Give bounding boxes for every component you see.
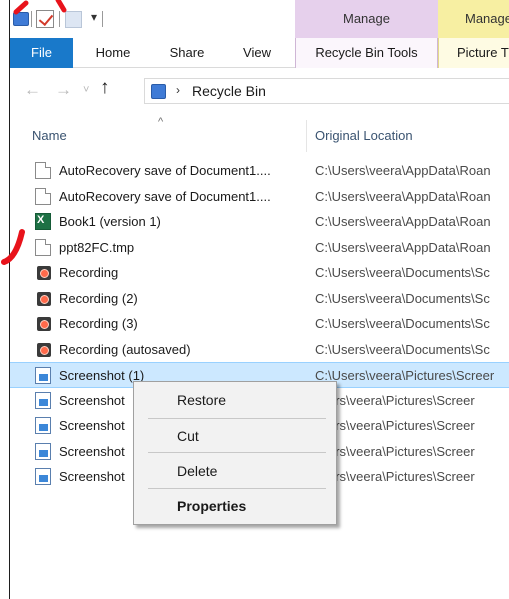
file-original-location: C:\Users\veera\Documents\Sc [315,265,490,280]
context-menu: Restore Cut Delete Properties [133,381,337,525]
breadcrumb-recycle-bin[interactable]: Recycle Bin [192,83,266,99]
column-header-original-location[interactable]: Original Location [315,128,413,143]
tab-picture-tools[interactable]: Picture T [438,38,509,68]
forward-arrow-icon[interactable]: → [55,80,72,100]
list-item[interactable]: Recording (autosaved) C:\Users\veera\Docu… [10,337,509,363]
file-original-location: C:\Users\veera\AppData\Roan [315,188,491,204]
file-name: AutoRecovery save of Document1.... [59,188,271,204]
ribbon-tabs: File Home Share View Recycle Bin Tools P… [10,38,509,68]
new-folder-icon[interactable] [65,11,82,28]
file-name: Recording (3) [59,316,138,331]
list-item[interactable]: AutoRecovery save of Document1.... C:\Use… [10,158,509,184]
file-original-location: C:\Users\veera\AppData\Roan [315,214,491,229]
list-item[interactable]: Recording (2) C:\Users\veera\Documents\Sc [10,286,509,312]
quick-access-separator [59,11,60,27]
file-original-location: Jsers\veera\Pictures\Screer [315,443,475,459]
tab-recycle-bin-tools[interactable]: Recycle Bin Tools [295,38,438,68]
file-original-location: Jsers\veera\Pictures\Screer [315,392,475,408]
menu-item-restore[interactable]: Restore [177,392,226,408]
file-original-location: C:\Users\veera\Documents\Sc [315,316,490,331]
list-item[interactable]: Book1 (version 1) C:\Users\veera\AppData\… [10,209,509,235]
recycle-bin-folder-icon [13,12,29,26]
manage-picture-context-header: Manage [438,0,509,38]
list-item[interactable]: ppt82FC.tmp C:\Users\veera\AppData\Roan [10,235,509,261]
menu-item-properties[interactable]: Properties [177,498,246,514]
file-original-location: C:\Users\veera\AppData\Roan [315,239,491,255]
file-name: Recording [59,265,119,280]
file-name: AutoRecovery save of Document1.... [59,163,271,178]
column-headers: ^ Name Original Location [10,116,509,154]
tab-file[interactable]: File [10,38,73,68]
recording-icon [37,266,51,280]
menu-item-delete[interactable]: Delete [177,463,217,479]
recording-icon [37,317,51,331]
list-item[interactable]: Recording (3) C:\Users\veera\Documents\Sc [10,311,509,337]
image-icon [35,391,51,409]
menu-separator [148,488,326,489]
recording-icon [37,291,51,306]
tab-home[interactable]: Home [88,38,138,68]
image-icon [35,442,51,460]
breadcrumb-chevron-icon[interactable]: › [176,83,180,97]
title-bar: ▾ Manage Manage [10,0,509,38]
file-original-location: C:\Users\veera\Documents\Sc [315,290,490,306]
document-icon [35,162,51,179]
file-original-location: C:\Users\veera\Pictures\Screer [315,368,495,383]
file-original-location: C:\Users\veera\AppData\Roan [315,163,491,178]
customize-quick-access-dropdown[interactable]: ▾ [91,10,97,24]
address-bar[interactable]: › Recycle Bin [144,78,509,104]
quick-access-separator [31,11,32,27]
image-icon [35,468,51,485]
file-name: ppt82FC.tmp [59,239,135,255]
document-icon [35,238,51,256]
file-original-location: Jsers\veera\Pictures\Screer [315,418,475,433]
back-arrow-icon[interactable]: ← [24,80,41,100]
tab-share[interactable]: Share [162,38,212,68]
image-icon [35,367,51,384]
menu-separator [148,452,326,453]
excel-icon [35,213,51,230]
menu-item-cut[interactable]: Cut [177,428,199,444]
recycle-bin-icon [151,84,166,99]
document-icon [35,187,51,205]
menu-separator [148,418,326,419]
sort-ascending-icon: ^ [158,116,164,128]
up-arrow-icon[interactable]: ↑ [100,77,110,99]
column-header-name[interactable]: Name [32,128,67,143]
list-item[interactable]: Recording C:\Users\veera\Documents\Sc [10,260,509,286]
recording-icon [37,342,51,357]
file-original-location: C:\Users\veera\Documents\Sc [315,341,490,357]
tab-view[interactable]: View [232,38,282,68]
file-name: Recording (autosaved) [59,341,191,357]
image-icon [35,417,51,434]
properties-checkmark-icon[interactable] [36,10,54,28]
column-divider[interactable] [306,120,307,152]
file-name: Recording (2) [59,290,138,306]
list-item[interactable]: AutoRecovery save of Document1.... C:\Use… [10,184,509,210]
file-original-location: Jsers\veera\Pictures\Screer [315,469,475,484]
recent-locations-chevron-icon[interactable]: ˅ [83,84,89,96]
file-name: Book1 (version 1) [59,214,161,229]
navigation-bar: ← → ˅ ↑ › Recycle Bin [10,68,509,112]
quick-access-separator [102,11,103,27]
manage-recycle-bin-context-header: Manage [295,0,438,38]
